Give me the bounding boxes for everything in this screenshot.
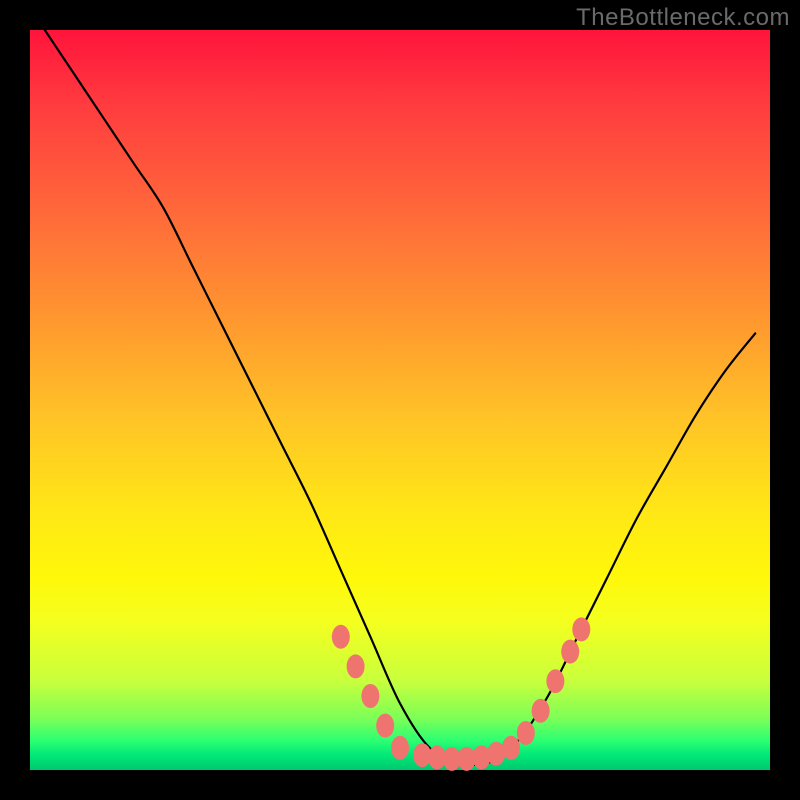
right-arm-dot-3 [546,669,564,693]
right-arm-dot-5 [572,617,590,641]
left-arm-dot-2 [347,654,365,678]
chart-overlay-svg [30,30,770,770]
left-arm-dot-1 [332,625,350,649]
right-arm-dot-1 [517,721,535,745]
chart-frame: TheBottleneck.com [0,0,800,800]
left-arm-dot-5 [391,736,409,760]
watermark-text: TheBottleneck.com [576,4,790,32]
left-arm-dot-4 [376,714,394,738]
floor-dot-7 [502,736,520,760]
right-arm-dot-2 [532,699,550,723]
right-arm-dot-4 [561,640,579,664]
left-arm-dot-3 [361,684,379,708]
bottleneck-curve [45,30,755,765]
marker-dots-group [332,617,591,771]
